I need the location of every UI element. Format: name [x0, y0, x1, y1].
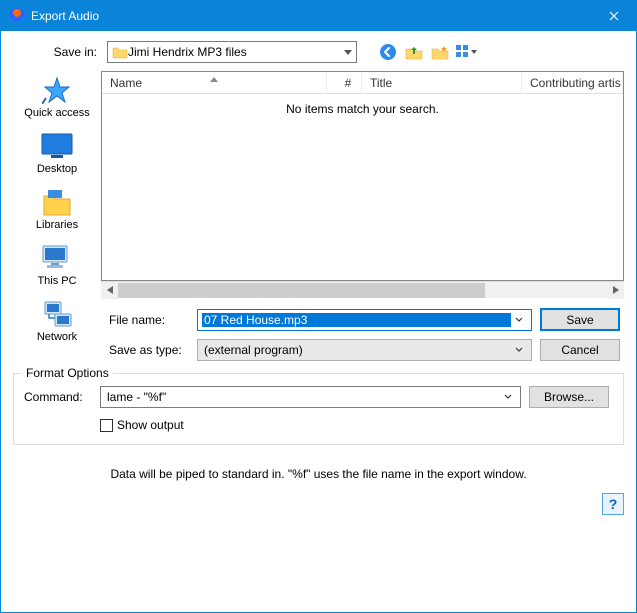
- export-audio-dialog: Export Audio Save in: Jimi Hendrix MP3 f…: [0, 0, 637, 613]
- column-track-number[interactable]: #: [327, 72, 362, 93]
- scroll-left-button[interactable]: [101, 282, 118, 299]
- save-in-combo[interactable]: Jimi Hendrix MP3 files: [107, 41, 357, 63]
- horizontal-scrollbar[interactable]: [101, 281, 624, 298]
- save-as-type-label: Save as type:: [101, 343, 189, 357]
- place-label: Desktop: [37, 163, 77, 175]
- scrollbar-thumb[interactable]: [118, 283, 485, 298]
- window-title: Export Audio: [31, 9, 99, 23]
- place-quick-access[interactable]: Quick access: [17, 75, 97, 119]
- cancel-button-label: Cancel: [561, 343, 598, 357]
- back-button[interactable]: [377, 42, 399, 62]
- up-button[interactable]: [403, 42, 425, 62]
- browse-button-label: Browse...: [544, 390, 594, 404]
- save-as-type-value: (external program): [202, 343, 511, 357]
- place-this-pc[interactable]: This PC: [17, 243, 97, 287]
- this-pc-icon: [41, 244, 73, 272]
- column-contrib-label: Contributing artis: [530, 76, 621, 90]
- scrollbar-track[interactable]: [118, 282, 607, 298]
- column-name-label: Name: [110, 76, 142, 90]
- file-name-input[interactable]: 07 Red House.mp3: [197, 309, 532, 331]
- save-in-row: Save in: Jimi Hendrix MP3 files: [13, 41, 624, 63]
- back-icon: [379, 43, 397, 61]
- column-name[interactable]: Name: [102, 72, 327, 93]
- place-label: Libraries: [36, 219, 78, 231]
- empty-list-message: No items match your search.: [102, 94, 623, 116]
- browse-button[interactable]: Browse...: [529, 386, 609, 408]
- view-menu-icon: [455, 44, 477, 60]
- column-title[interactable]: Title: [362, 72, 522, 93]
- show-output-label: Show output: [117, 418, 184, 432]
- file-name-label: File name:: [101, 313, 189, 327]
- save-button[interactable]: Save: [540, 308, 620, 331]
- save-as-type-combo[interactable]: (external program): [197, 339, 532, 361]
- column-num-label: #: [345, 76, 352, 90]
- place-network[interactable]: Network: [17, 299, 97, 343]
- command-label: Command:: [24, 390, 92, 404]
- place-desktop[interactable]: Desktop: [17, 131, 97, 175]
- place-libraries[interactable]: Libraries: [17, 187, 97, 231]
- app-icon: [9, 8, 25, 24]
- nav-toolbar: [377, 42, 477, 62]
- command-value: lame - "%f": [105, 390, 500, 404]
- new-folder-icon: [431, 44, 449, 60]
- column-title-label: Title: [370, 76, 392, 90]
- file-list[interactable]: Name # Title Contributing artis No items…: [101, 71, 624, 281]
- chevron-down-icon[interactable]: [511, 347, 527, 353]
- cancel-button[interactable]: Cancel: [540, 339, 620, 361]
- place-label: Quick access: [24, 107, 89, 119]
- quick-access-icon: [42, 76, 72, 104]
- folder-icon: [112, 45, 128, 59]
- save-button-label: Save: [566, 313, 593, 327]
- column-headers: Name # Title Contributing artis: [102, 72, 623, 94]
- chevron-down-icon[interactable]: [511, 317, 527, 323]
- show-output-checkbox[interactable]: [100, 419, 113, 432]
- help-button[interactable]: ?: [602, 493, 624, 515]
- help-icon: ?: [609, 496, 618, 512]
- chevron-down-icon[interactable]: [500, 394, 516, 400]
- view-menu-button[interactable]: [455, 42, 477, 62]
- up-folder-icon: [405, 44, 423, 60]
- sort-ascending-icon: [210, 71, 218, 85]
- file-name-value: 07 Red House.mp3: [202, 313, 511, 327]
- place-label: This PC: [37, 275, 76, 287]
- command-input[interactable]: lame - "%f": [100, 386, 521, 408]
- save-in-value: Jimi Hendrix MP3 files: [128, 45, 247, 59]
- format-options-group: Format Options Command: lame - "%f" Brow…: [13, 373, 624, 445]
- place-label: Network: [37, 331, 77, 343]
- titlebar: Export Audio: [1, 1, 636, 31]
- desktop-icon: [41, 133, 73, 159]
- close-button[interactable]: [591, 1, 636, 31]
- chevron-down-icon: [344, 45, 352, 59]
- format-options-legend: Format Options: [22, 366, 113, 380]
- libraries-icon: [42, 188, 72, 216]
- hint-text: Data will be piped to standard in. "%f" …: [1, 453, 636, 493]
- chevron-left-icon: [107, 286, 113, 294]
- network-icon: [41, 300, 73, 328]
- chevron-right-icon: [613, 286, 619, 294]
- scroll-right-button[interactable]: [607, 282, 624, 299]
- column-contributing-artists[interactable]: Contributing artis: [522, 72, 623, 93]
- places-bar: Quick access Desktop Libraries This PC: [13, 71, 101, 361]
- save-in-label: Save in:: [13, 45, 101, 59]
- new-folder-button[interactable]: [429, 42, 451, 62]
- close-icon: [609, 11, 619, 21]
